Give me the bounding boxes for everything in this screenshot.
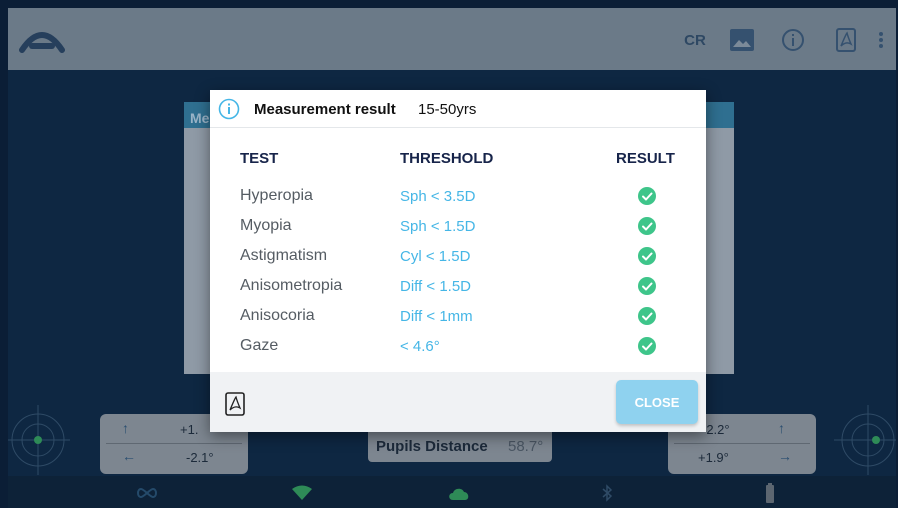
table-row: Anisocoria Diff < 1mm bbox=[210, 307, 706, 337]
test-name: Myopia bbox=[240, 217, 292, 234]
test-threshold: Cyl < 1.5D bbox=[400, 248, 471, 265]
table-row: Astigmatism Cyl < 1.5D bbox=[210, 247, 706, 277]
cr-button[interactable]: CR bbox=[680, 28, 710, 52]
pupils-distance-panel: Pupils Distance 58.7° bbox=[368, 428, 552, 462]
dialog-header: Measurement result 15-50yrs bbox=[210, 90, 706, 128]
test-name: Anisometropia bbox=[240, 277, 343, 294]
test-threshold: Sph < 3.5D bbox=[400, 188, 476, 205]
test-name: Astigmatism bbox=[240, 247, 328, 264]
arrow-up-icon: ↑ bbox=[122, 420, 129, 436]
pupils-distance-value: 58.7° bbox=[508, 438, 544, 455]
wifi-icon bbox=[290, 484, 314, 502]
right-eye-target bbox=[834, 405, 896, 475]
right-vertical-value: -2.2° bbox=[702, 422, 730, 437]
bluetooth-icon bbox=[598, 484, 616, 502]
cloud-icon bbox=[446, 484, 472, 502]
check-icon bbox=[638, 217, 656, 235]
bottom-status-bar bbox=[8, 476, 896, 508]
table-row: Myopia Sph < 1.5D bbox=[210, 217, 706, 247]
left-horizontal-value: -2.1° bbox=[186, 450, 214, 465]
arrow-up-icon: ↑ bbox=[778, 420, 785, 436]
test-name: Gaze bbox=[240, 337, 279, 354]
right-horizontal-value: +1.9° bbox=[698, 450, 729, 465]
left-horizontal-offset: ← -2.1° bbox=[100, 444, 248, 472]
pdf-export-icon[interactable] bbox=[224, 392, 246, 416]
info-icon[interactable] bbox=[780, 28, 806, 52]
test-threshold: < 4.6° bbox=[400, 338, 440, 355]
test-threshold: Sph < 1.5D bbox=[400, 218, 476, 235]
background-panel-label: Me bbox=[190, 110, 210, 126]
table-row: Hyperopia Sph < 3.5D bbox=[210, 187, 706, 217]
left-eye-target bbox=[8, 405, 70, 475]
infinity-icon bbox=[134, 484, 160, 502]
pupils-distance-label: Pupils Distance bbox=[376, 438, 488, 455]
check-icon bbox=[638, 247, 656, 265]
battery-icon bbox=[764, 483, 776, 503]
dialog-subtitle: 15-50yrs bbox=[418, 101, 477, 118]
arrow-right-icon: → bbox=[778, 448, 792, 464]
test-threshold: Diff < 1mm bbox=[400, 308, 473, 325]
measurement-result-dialog: Measurement result 15-50yrs TEST THRESHO… bbox=[210, 90, 706, 432]
check-icon bbox=[638, 187, 656, 205]
column-header-test: TEST bbox=[240, 150, 279, 167]
dialog-title: Measurement result bbox=[254, 101, 396, 118]
info-icon bbox=[218, 98, 240, 120]
column-header-result: RESULT bbox=[616, 150, 675, 167]
test-threshold: Diff < 1.5D bbox=[400, 278, 472, 295]
app-root: CR Me ↑ +1. ← -2.1° -2.2° ↑ +1.9° → Pupi… bbox=[0, 0, 898, 508]
check-icon bbox=[638, 337, 656, 355]
check-icon bbox=[638, 307, 656, 325]
table-row: Gaze < 4.6° bbox=[210, 337, 706, 367]
column-header-threshold: THRESHOLD bbox=[400, 150, 494, 167]
left-vertical-value: +1. bbox=[180, 422, 199, 437]
check-icon bbox=[638, 277, 656, 295]
close-button[interactable]: CLOSE bbox=[616, 380, 698, 424]
pdf-icon[interactable] bbox=[834, 28, 858, 52]
test-name: Hyperopia bbox=[240, 187, 313, 204]
test-name: Anisocoria bbox=[240, 307, 315, 324]
image-icon[interactable] bbox=[728, 28, 756, 52]
top-toolbar: CR bbox=[8, 8, 896, 70]
right-horizontal-offset: +1.9° → bbox=[668, 444, 816, 472]
arrow-left-icon: ← bbox=[122, 448, 136, 464]
dialog-footer: CLOSE bbox=[210, 372, 706, 432]
app-logo-icon bbox=[18, 24, 66, 54]
more-vert-icon[interactable] bbox=[874, 28, 888, 52]
table-row: Anisometropia Diff < 1.5D bbox=[210, 277, 706, 307]
